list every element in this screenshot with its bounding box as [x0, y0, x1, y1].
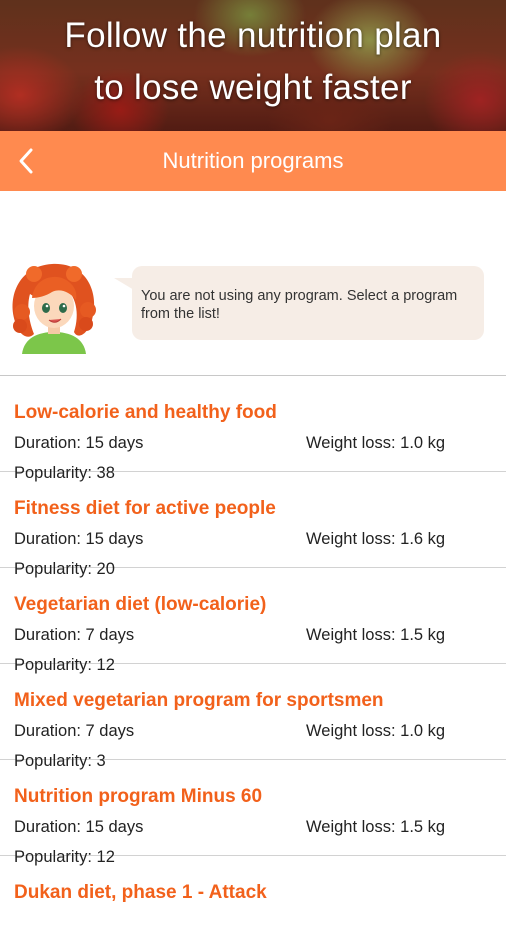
- program-weight-loss: Weight loss: 1.5 kg: [306, 626, 446, 644]
- program-duration: Duration: 15 days: [14, 434, 144, 452]
- program-name: Fitness diet for active people: [14, 498, 276, 519]
- program-item[interactable]: Vegetarian diet (low-calorie) Duration: …: [0, 568, 506, 674]
- program-list: Low-calorie and healthy food Duration: 1…: [0, 376, 506, 952]
- program-name: Vegetarian diet (low-calorie): [14, 594, 267, 615]
- speech-bubble: You are not using any program. Select a …: [114, 266, 484, 340]
- program-duration: Duration: 7 days: [14, 626, 135, 644]
- program-duration: Duration: 15 days: [14, 530, 144, 548]
- program-duration: Duration: 15 days: [14, 818, 144, 836]
- program-weight-loss: Weight loss: 1.0 kg: [306, 722, 446, 740]
- promo-banner: Follow the nutrition plan to lose weight…: [0, 0, 506, 131]
- page-title: Nutrition programs: [162, 148, 344, 173]
- program-name: Dukan diet, phase 1 - Attack: [14, 882, 267, 903]
- program-name: Nutrition program Minus 60: [14, 786, 263, 807]
- program-weight-loss: Weight loss: 1.0 kg: [306, 434, 446, 452]
- program-name: Mixed vegetarian program for sportsmen: [14, 690, 384, 711]
- assistant-avatar: [12, 263, 96, 354]
- program-item[interactable]: Fitness diet for active people Duration:…: [0, 472, 506, 578]
- program-weight-loss: Weight loss: 1.6 kg: [306, 530, 446, 548]
- program-item[interactable]: Nutrition program Minus 60 Duration: 15 …: [0, 760, 506, 866]
- program-item[interactable]: Dukan diet, phase 1 - Attack: [0, 856, 506, 952]
- program-item[interactable]: Low-calorie and healthy food Duration: 1…: [0, 376, 506, 482]
- banner-title-line-2: to lose weight faster: [94, 68, 412, 107]
- program-weight-loss: Weight loss: 1.5 kg: [306, 818, 446, 836]
- program-name: Low-calorie and healthy food: [14, 402, 277, 423]
- app-toolbar: Nutrition programs: [0, 131, 506, 191]
- program-duration: Duration: 7 days: [14, 722, 135, 740]
- assistant-message: You are not using any program. Select a …: [0, 250, 506, 360]
- program-item[interactable]: Mixed vegetarian program for sportsmen D…: [0, 664, 506, 770]
- banner-title-line-1: Follow the nutrition plan: [64, 16, 442, 55]
